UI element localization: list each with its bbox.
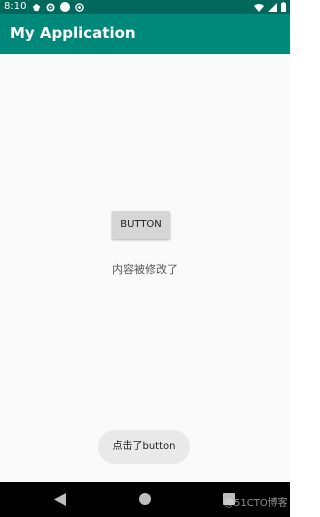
status-left-icons xyxy=(32,2,84,12)
toast-message: 点击了button xyxy=(98,430,190,464)
app-title: My Application xyxy=(10,24,136,42)
back-icon[interactable] xyxy=(54,493,66,506)
status-message: 内容被修改了 xyxy=(112,263,178,276)
circle-icon xyxy=(60,2,70,12)
settings-icon xyxy=(46,2,55,12)
battery-icon xyxy=(281,2,286,12)
watermark: @51CTO博客 xyxy=(224,498,288,509)
notification-icon xyxy=(32,3,41,11)
status-right-icons xyxy=(254,2,286,12)
phone-screen: 8:10 My Application BUTTON 内容被修改了 点击了but… xyxy=(0,0,290,517)
main-button[interactable]: BUTTON xyxy=(112,211,170,239)
status-bar: 8:10 xyxy=(0,0,290,14)
signal-icon xyxy=(268,2,277,12)
app-bar: My Application xyxy=(0,14,290,54)
wifi-icon xyxy=(254,3,264,12)
sync-icon xyxy=(75,2,84,12)
right-margin xyxy=(290,0,300,517)
home-icon[interactable] xyxy=(139,493,151,505)
main-content: BUTTON 内容被修改了 点击了button xyxy=(0,54,290,482)
status-time: 8:10 xyxy=(4,1,27,12)
